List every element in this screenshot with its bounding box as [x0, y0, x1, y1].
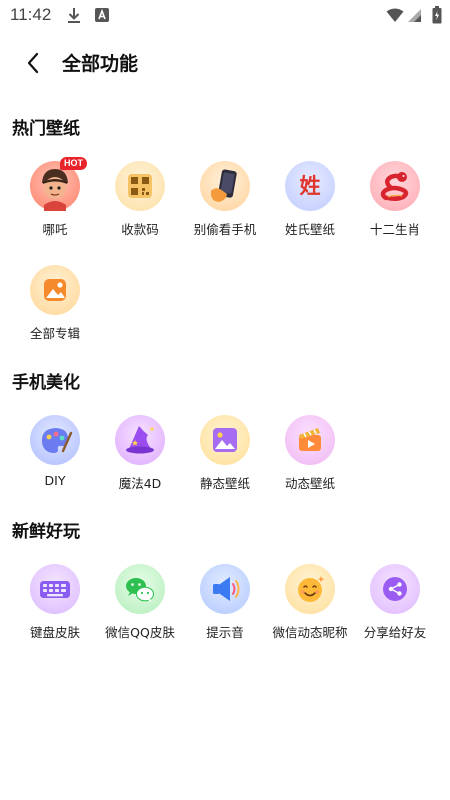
section-title-beauty: 手机美化 — [12, 373, 80, 393]
surname-glyph: 姓 — [300, 174, 321, 198]
section-title-fun: 新鲜好玩 — [12, 522, 80, 542]
item-surname-wallpaper[interactable]: 姓 姓氏壁纸 — [267, 161, 353, 247]
item-label: 别偷看手机 — [193, 222, 257, 237]
item-label: 动态壁纸 — [284, 476, 335, 491]
item-notification-sound[interactable]: 提示音 — [182, 564, 268, 650]
app-notification-icon — [94, 7, 110, 27]
item-nezha[interactable]: HOT 哪吒 — [12, 157, 98, 247]
item-label: 全部专辑 — [29, 326, 80, 341]
item-diy[interactable]: DIY — [12, 415, 98, 501]
item-wechat-qq-skin[interactable]: 微信QQ皮肤 — [97, 564, 183, 650]
item-label: 十二生肖 — [369, 222, 420, 237]
page-title: 全部功能 — [62, 53, 139, 75]
item-label: 微信QQ皮肤 — [105, 625, 175, 640]
wechat-icon — [115, 564, 165, 614]
surname-icon: 姓 — [285, 161, 335, 211]
item-label: 微信动态昵称 — [272, 625, 348, 640]
item-label: 提示音 — [206, 625, 244, 640]
item-label: 键盘皮肤 — [29, 625, 80, 640]
item-label: 收款码 — [121, 222, 159, 237]
zodiac-snake-icon — [370, 161, 420, 211]
wifi-icon — [386, 8, 404, 27]
phone-in-hand-icon — [200, 161, 250, 211]
back-button[interactable] — [18, 48, 48, 78]
hot-badge: HOT — [60, 157, 87, 170]
item-label: 静态壁纸 — [199, 476, 250, 491]
item-dynamic-wallpaper[interactable]: 动态壁纸 — [267, 415, 353, 501]
item-keyboard-skin[interactable]: 键盘皮肤 — [12, 564, 98, 650]
emoji-face-icon — [285, 564, 335, 614]
status-bar: 11:42 — [0, 0, 450, 32]
picture-icon — [200, 415, 250, 465]
item-share-to-friends[interactable]: 分享给好友 — [352, 564, 438, 650]
header: 全部功能 — [0, 40, 450, 84]
speaker-icon — [200, 564, 250, 614]
item-magic-4d[interactable]: 魔法4D — [97, 415, 183, 501]
signal-icon — [407, 8, 422, 27]
item-label: 哪吒 — [42, 222, 68, 237]
item-all-albums[interactable]: 全部专辑 — [12, 265, 98, 351]
palette-icon — [30, 415, 80, 465]
status-time: 11:42 — [10, 5, 52, 24]
item-zodiac[interactable]: 十二生肖 — [352, 161, 438, 247]
nezha-avatar-icon: HOT — [30, 157, 87, 211]
share-icon — [370, 564, 420, 614]
item-label: DIY — [44, 473, 66, 488]
item-payment-code[interactable]: 收款码 — [97, 161, 183, 247]
item-wechat-dynamic-nickname[interactable]: 微信动态昵称 — [267, 564, 353, 650]
wizard-hat-icon — [115, 415, 165, 465]
battery-icon — [432, 6, 442, 28]
clapperboard-icon — [285, 415, 335, 465]
item-label: 分享给好友 — [363, 625, 427, 640]
chevron-left-icon — [27, 52, 39, 74]
item-static-wallpaper[interactable]: 静态壁纸 — [182, 415, 268, 501]
keyboard-icon — [30, 564, 80, 614]
item-dont-peek[interactable]: 别偷看手机 — [182, 161, 268, 247]
album-icon — [30, 265, 80, 315]
item-label: 姓氏壁纸 — [284, 222, 335, 237]
section-title-hot: 热门壁纸 — [12, 119, 80, 139]
qr-code-icon — [115, 161, 165, 211]
item-label: 魔法4D — [118, 476, 162, 491]
download-icon — [66, 7, 82, 29]
